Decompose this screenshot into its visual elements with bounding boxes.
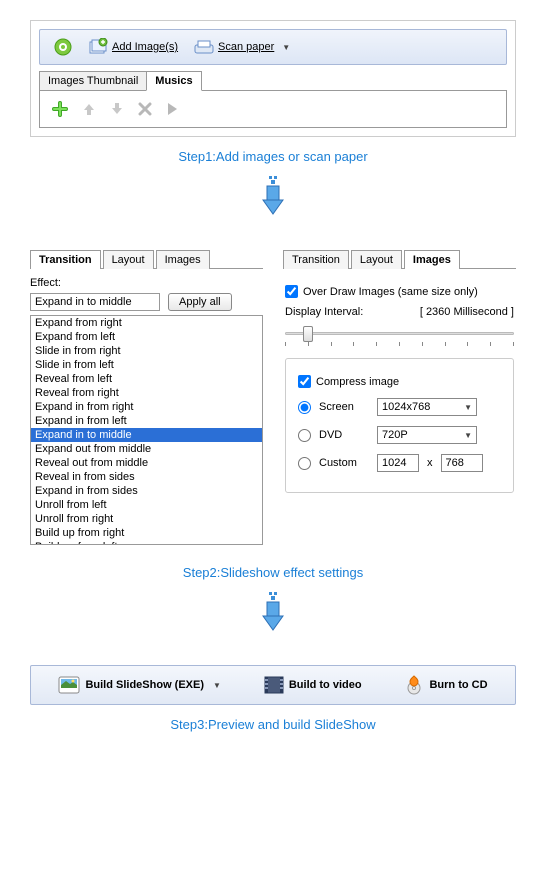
effect-option[interactable]: Reveal from left [31, 372, 262, 386]
right-tab-transition[interactable]: Transition [283, 250, 349, 269]
scanner-icon [194, 39, 214, 55]
burn-cd-button[interactable]: Burn to CD [398, 672, 493, 698]
burn-cd-label: Burn to CD [429, 679, 487, 691]
screen-label: Screen [319, 401, 369, 413]
apply-all-button[interactable]: Apply all [168, 293, 232, 311]
effect-option[interactable]: Build up from left [31, 540, 262, 545]
dvd-label: DVD [319, 429, 369, 441]
custom-height-input[interactable] [441, 454, 483, 472]
effect-option[interactable]: Expand in from sides [31, 484, 262, 498]
compress-group: Compress image Screen 1024x768▼ DVD 720P… [285, 358, 514, 493]
tab-images-thumbnail[interactable]: Images Thumbnail [39, 71, 147, 91]
step-arrow-1 [30, 176, 516, 219]
effect-option[interactable]: Build up from right [31, 526, 262, 540]
plus-icon [52, 101, 68, 117]
effect-option[interactable]: Slide in from right [31, 344, 262, 358]
custom-x: x [427, 457, 433, 469]
help-button[interactable] [50, 36, 76, 58]
build-toolbar: Build SlideShow (EXE) ▼ Build to video B… [30, 665, 516, 705]
build-slideshow-label: Build SlideShow (EXE) [85, 679, 204, 691]
scan-paper-button[interactable]: Scan paper ▼ [190, 37, 294, 57]
content-tabs: Images Thumbnail Musics [39, 71, 507, 91]
slider-thumb[interactable] [303, 326, 313, 342]
interval-slider[interactable] [285, 322, 514, 346]
build-video-label: Build to video [289, 679, 362, 691]
dvd-radio[interactable] [298, 429, 311, 442]
effect-option[interactable]: Expand in to middle [31, 428, 262, 442]
add-button[interactable] [52, 101, 68, 117]
effect-option[interactable]: Expand in from left [31, 414, 262, 428]
left-tab-layout[interactable]: Layout [103, 250, 154, 269]
display-interval-label: Display Interval: [285, 306, 363, 318]
right-tab-layout[interactable]: Layout [351, 250, 402, 269]
move-up-button[interactable] [82, 102, 96, 116]
effect-input[interactable] [30, 293, 160, 311]
play-button[interactable] [166, 102, 178, 116]
burn-cd-icon [404, 675, 424, 695]
slideshow-icon [58, 676, 80, 694]
right-tab-images[interactable]: Images [404, 250, 460, 269]
step1-caption: Step1:Add images or scan paper [30, 149, 516, 164]
effect-option[interactable]: Expand in from right [31, 400, 262, 414]
play-icon [166, 102, 178, 116]
dropdown-icon: ▼ [282, 43, 290, 52]
effect-option[interactable]: Slide in from left [31, 358, 262, 372]
left-tab-images[interactable]: Images [156, 250, 210, 269]
step-arrow-2 [30, 592, 516, 635]
help-icon [54, 38, 72, 56]
custom-width-input[interactable] [377, 454, 419, 472]
move-down-button[interactable] [110, 102, 124, 116]
chevron-down-icon: ▼ [464, 403, 472, 412]
delete-button[interactable] [138, 102, 152, 116]
dvd-select[interactable]: 720P▼ [377, 426, 477, 444]
left-tab-transition[interactable]: Transition [30, 250, 101, 269]
effect-option[interactable]: Expand from left [31, 330, 262, 344]
effect-option[interactable]: Reveal in from sides [31, 470, 262, 484]
effect-label: Effect: [30, 277, 263, 289]
screen-radio[interactable] [298, 401, 311, 414]
add-image-icon [88, 38, 108, 56]
effect-option[interactable]: Expand from right [31, 316, 262, 330]
step2-caption: Step2:Slideshow effect settings [30, 565, 516, 580]
over-draw-checkbox[interactable] [285, 285, 298, 298]
screen-select[interactable]: 1024x768▼ [377, 398, 477, 416]
effect-listbox[interactable]: Expand from rightExpand from leftSlide i… [30, 315, 263, 545]
tab-musics[interactable]: Musics [146, 71, 201, 91]
add-images-button[interactable]: Add Image(s) [84, 36, 182, 58]
custom-label: Custom [319, 457, 369, 469]
effect-option[interactable]: Reveal from right [31, 386, 262, 400]
effect-option[interactable]: Unroll from left [31, 498, 262, 512]
over-draw-label: Over Draw Images (same size only) [303, 286, 478, 298]
effect-option[interactable]: Expand out from middle [31, 442, 262, 456]
x-icon [138, 102, 152, 116]
images-panel: Transition Layout Images Over Draw Image… [283, 249, 516, 553]
compress-checkbox[interactable] [298, 375, 311, 388]
chevron-down-icon: ▼ [464, 431, 472, 440]
step3-caption: Step3:Preview and build SlideShow [30, 717, 516, 732]
dropdown-icon: ▼ [213, 681, 221, 690]
compress-label: Compress image [316, 376, 399, 388]
display-interval-value: [ 2360 Millisecond ] [420, 306, 514, 318]
custom-radio[interactable] [298, 457, 311, 470]
effect-option[interactable]: Reveal out from middle [31, 456, 262, 470]
top-toolbar: Add Image(s) Scan paper ▼ [39, 29, 507, 65]
build-slideshow-button[interactable]: Build SlideShow (EXE) ▼ [52, 673, 226, 697]
arrow-down-icon [110, 102, 124, 116]
build-video-button[interactable]: Build to video [258, 673, 368, 697]
add-images-label: Add Image(s) [112, 41, 178, 53]
musics-tab-body [39, 90, 507, 128]
scan-paper-label: Scan paper [218, 41, 274, 53]
transition-panel: Transition Layout Images Effect: Apply a… [30, 249, 263, 553]
video-icon [264, 676, 284, 694]
effect-option[interactable]: Unroll from right [31, 512, 262, 526]
arrow-up-icon [82, 102, 96, 116]
